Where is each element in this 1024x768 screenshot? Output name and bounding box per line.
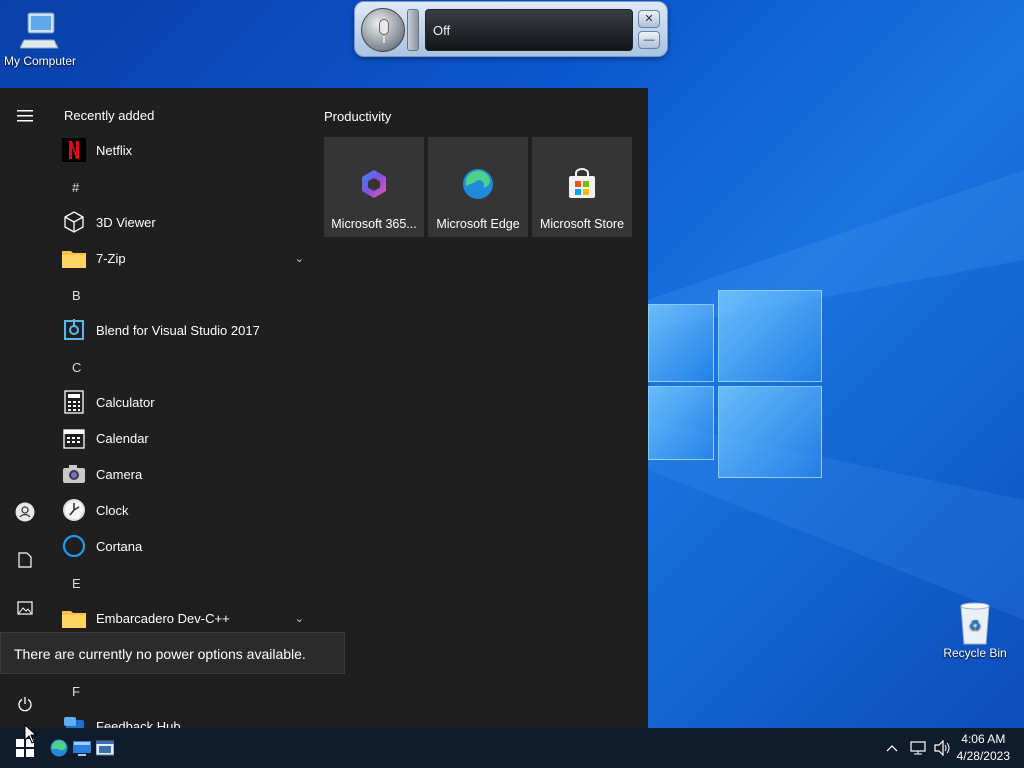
folder-label: 7-Zip xyxy=(96,250,126,266)
speech-close-button[interactable]: ✕ xyxy=(638,10,660,28)
desktop-icon-label: Recycle Bin xyxy=(943,646,1007,660)
app-item-cortana[interactable]: Cortana xyxy=(62,528,312,564)
tile-label: Microsoft Edge xyxy=(436,217,520,231)
app-item-3d-viewer[interactable]: 3D Viewer xyxy=(62,204,312,240)
show-hidden-icons-button[interactable] xyxy=(886,728,898,768)
tile-microsoft-edge[interactable]: Microsoft Edge xyxy=(428,137,528,237)
taskbar-remote-desktop-button[interactable] xyxy=(93,734,117,762)
app-label: Calendar xyxy=(96,430,149,446)
volume-button[interactable] xyxy=(934,728,952,768)
calculator-icon xyxy=(62,390,86,414)
app-label: Calculator xyxy=(96,394,155,410)
power-button[interactable] xyxy=(10,689,40,719)
camera-icon xyxy=(62,462,86,486)
app-item-blend[interactable]: Blend for Visual Studio 2017 xyxy=(62,312,312,348)
tiles-group-title: Productivity xyxy=(324,109,392,124)
feedback-icon xyxy=(62,714,86,728)
app-item-netflix[interactable]: Netflix xyxy=(62,132,312,168)
account-button[interactable] xyxy=(10,497,40,527)
edge-icon xyxy=(462,168,494,200)
speech-minimize-button[interactable]: — xyxy=(638,31,660,49)
computer-icon xyxy=(19,10,60,50)
letter-header-c[interactable]: C xyxy=(72,360,81,375)
app-item-feedback-hub[interactable]: Feedback Hub xyxy=(62,708,312,728)
document-icon xyxy=(18,552,32,568)
speaker-icon xyxy=(934,740,950,756)
network-button[interactable] xyxy=(910,728,928,768)
network-icon xyxy=(910,741,926,755)
tile-microsoft-365[interactable]: Microsoft 365... xyxy=(324,137,424,237)
picture-icon xyxy=(17,601,33,615)
folder-item-embarcadero[interactable]: Embarcadero Dev-C++ ⌄ xyxy=(62,600,312,636)
taskbar: 4:06 AM 4/28/2023 xyxy=(0,728,1024,768)
user-icon xyxy=(15,502,35,522)
app-item-calendar[interactable]: Calendar xyxy=(62,420,312,456)
folder-item-7zip[interactable]: 7-Zip ⌄ xyxy=(62,240,312,276)
my-computer-desktop-icon[interactable]: My Computer xyxy=(0,10,80,68)
tile-label: Microsoft 365... xyxy=(331,217,417,231)
blend-icon xyxy=(62,318,86,342)
minimize-icon: — xyxy=(643,34,655,46)
app-item-camera[interactable]: Camera xyxy=(62,456,312,492)
app-label: Cortana xyxy=(96,538,143,554)
calendar-icon xyxy=(62,426,86,450)
app-item-calculator[interactable]: Calculator xyxy=(62,384,312,420)
letter-header-f[interactable]: F xyxy=(72,684,80,699)
window-app-icon xyxy=(96,740,114,756)
app-label: Clock xyxy=(96,502,129,518)
cortana-icon xyxy=(62,534,86,558)
speech-status-text: Off xyxy=(433,23,451,38)
chevron-up-icon xyxy=(886,745,898,752)
clock-icon xyxy=(62,498,86,522)
expand-menu-button[interactable] xyxy=(10,101,40,131)
tooltip-text: There are currently no power options ava… xyxy=(14,646,306,662)
tile-microsoft-store[interactable]: Microsoft Store xyxy=(532,137,632,237)
taskbar-clock[interactable]: 4:06 AM 4/28/2023 xyxy=(957,731,1010,765)
netflix-icon xyxy=(62,138,86,162)
app-label: Netflix xyxy=(96,142,133,158)
microphone-icon xyxy=(379,19,389,35)
windows-logo-wallpaper xyxy=(648,290,823,480)
monitor-icon xyxy=(73,741,91,756)
app-label: Camera xyxy=(96,466,143,482)
desktop-icon-label: My Computer xyxy=(3,54,77,68)
chevron-down-icon: ⌄ xyxy=(294,252,304,265)
app-label: Blend for Visual Studio 2017 xyxy=(96,322,260,338)
folder-icon xyxy=(62,246,86,270)
folder-label: Embarcadero Dev-C++ xyxy=(96,610,230,626)
pictures-button[interactable] xyxy=(10,593,40,623)
app-item-clock[interactable]: Clock xyxy=(62,492,312,528)
taskbar-mail-button[interactable] xyxy=(70,734,94,762)
svg-text:♻: ♻ xyxy=(969,618,982,634)
store-icon xyxy=(566,168,598,200)
recycle-bin-icon: ♻ xyxy=(955,602,995,645)
clock-time: 4:06 AM xyxy=(961,732,1006,746)
power-options-tooltip: There are currently no power options ava… xyxy=(0,632,345,674)
power-icon xyxy=(18,697,32,712)
letter-header-e[interactable]: E xyxy=(72,576,81,591)
letter-header-hash[interactable]: # xyxy=(72,180,79,195)
taskbar-edge-button[interactable] xyxy=(47,734,71,762)
letter-header-b[interactable]: B xyxy=(72,288,81,303)
app-label: 3D Viewer xyxy=(96,214,156,230)
clock-date: 4/28/2023 xyxy=(956,749,1010,763)
microsoft-365-icon xyxy=(358,168,390,200)
tile-label: Microsoft Store xyxy=(539,217,625,231)
cube-icon xyxy=(62,210,86,234)
hamburger-icon xyxy=(17,110,33,122)
volume-meter xyxy=(407,9,419,51)
app-label: Feedback Hub xyxy=(96,718,181,729)
recycle-bin-desktop-icon[interactable]: ♻ Recycle Bin xyxy=(935,602,1015,660)
folder-icon xyxy=(62,606,86,630)
edge-icon xyxy=(50,739,68,757)
microphone-button[interactable] xyxy=(361,8,405,52)
chevron-down-icon: ⌄ xyxy=(294,612,304,625)
speech-status-display: Off xyxy=(425,9,633,51)
documents-button[interactable] xyxy=(10,545,40,575)
mouse-cursor-icon xyxy=(24,724,38,744)
speech-recognition-bar[interactable]: Off ✕ — xyxy=(354,1,668,57)
close-icon: ✕ xyxy=(644,13,654,25)
recently-added-heading: Recently added xyxy=(64,108,155,123)
